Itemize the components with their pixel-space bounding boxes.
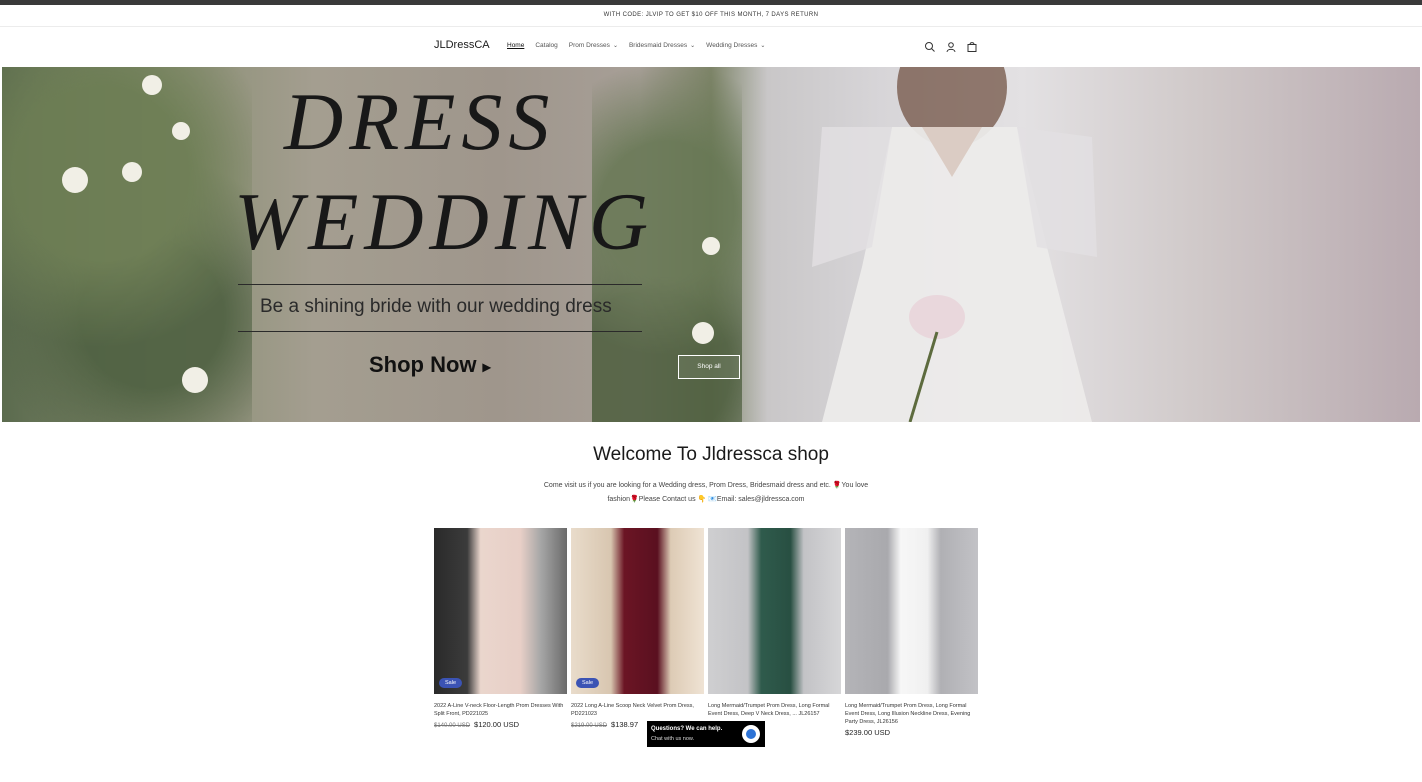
- nav-wedding-label: Wedding Dresses: [706, 42, 758, 49]
- hero-flower: [142, 75, 162, 95]
- site-header: JLDressCA Home Catalog Prom Dresses ⌄ Bri…: [0, 27, 1422, 67]
- shop-all-button[interactable]: Shop all: [678, 355, 740, 379]
- bride-image: [812, 67, 1097, 422]
- announcement-bar: WITH CODE: JLVIP TO GET $10 OFF THIS MON…: [0, 5, 1422, 27]
- welcome-text: Come visit us if you are looking for a W…: [520, 479, 892, 507]
- cart-icon[interactable]: [966, 40, 978, 58]
- product-price: $140.00 USD $120.00 USD: [434, 720, 567, 729]
- chat-widget[interactable]: Questions? We can help. Chat with us now…: [647, 721, 765, 747]
- product-card[interactable]: Sale 2022 Long A-Line Scoop Neck Velvet …: [571, 528, 704, 729]
- nav-prom-label: Prom Dresses: [568, 42, 610, 49]
- hero-flower: [182, 367, 208, 393]
- product-card[interactable]: Long Mermaid/Trumpet Prom Dress, Long Fo…: [708, 528, 841, 718]
- product-sale-price: $120.00 USD: [474, 720, 520, 729]
- product-price: $239.00 USD: [845, 728, 891, 737]
- search-icon[interactable]: [924, 40, 936, 58]
- product-image[interactable]: [708, 528, 841, 694]
- caret-right-icon: ▸: [482, 359, 491, 376]
- hero-shop-now[interactable]: Shop Now ▸: [369, 352, 491, 378]
- product-image[interactable]: [845, 528, 978, 694]
- hero-shop-now-label: Shop Now: [369, 352, 477, 377]
- hero-title-line1: DRESS: [284, 76, 556, 167]
- chat-bubble-icon[interactable]: [742, 725, 760, 743]
- product-card[interactable]: Long Mermaid/Trumpet Prom Dress, Long Fo…: [845, 528, 978, 737]
- sale-badge: Sale: [439, 678, 463, 688]
- product-card[interactable]: Sale 2022 A-Line V-neck Floor-Length Pro…: [434, 528, 567, 729]
- nav-home[interactable]: Home: [507, 42, 524, 49]
- product-sale-price: $138.97: [611, 720, 639, 729]
- product-old-price: $219.00 USD: [571, 723, 608, 729]
- nav-prom-dresses[interactable]: Prom Dresses ⌄: [569, 42, 618, 49]
- product-image[interactable]: Sale: [434, 528, 567, 694]
- chevron-down-icon: ⌄: [690, 43, 696, 49]
- hero-title-line2: WEDDING: [234, 176, 655, 267]
- hero-divider: [238, 284, 642, 285]
- product-title[interactable]: Long Mermaid/Trumpet Prom Dress, Long Fo…: [845, 702, 978, 726]
- nav-bridesmaid-label: Bridesmaid Dresses: [628, 42, 688, 49]
- product-title[interactable]: 2022 Long A-Line Scoop Neck Velvet Prom …: [571, 702, 704, 718]
- hero-banner: DRESS WEDDING Be a shining bride with ou…: [2, 67, 1420, 422]
- site-logo[interactable]: JLDressCA: [434, 39, 490, 51]
- product-title[interactable]: 2022 A-Line V-neck Floor-Length Prom Dre…: [434, 702, 567, 718]
- chat-title: Questions? We can help.: [651, 726, 723, 732]
- welcome-title: Welcome To Jldressca shop: [593, 444, 829, 465]
- product-image[interactable]: Sale: [571, 528, 704, 694]
- hero-flower: [172, 122, 190, 140]
- nav-wedding-dresses[interactable]: Wedding Dresses ⌄: [706, 42, 765, 49]
- welcome-text-line1: Come visit us if you are looking for a W…: [543, 482, 869, 489]
- chat-subtitle: Chat with us now.: [651, 736, 695, 742]
- product-old-price: $140.00 USD: [434, 723, 471, 729]
- product-title[interactable]: Long Mermaid/Trumpet Prom Dress, Long Fo…: [708, 702, 841, 718]
- main-nav: Home Catalog Prom Dresses ⌄ Bridesmaid Dr…: [507, 42, 765, 49]
- hero-vine-left: [2, 67, 252, 422]
- hero-flower: [702, 237, 720, 255]
- hero-divider: [238, 331, 642, 332]
- nav-catalog[interactable]: Catalog: [535, 42, 557, 49]
- hero-flower: [62, 167, 88, 193]
- chevron-down-icon: ⌄: [760, 43, 766, 49]
- welcome-text-line2: fashion🌹Please Contact us 👇 📧Email: sale…: [607, 496, 805, 503]
- hero-flower: [692, 322, 714, 344]
- nav-bridesmaid-dresses[interactable]: Bridesmaid Dresses ⌄: [629, 42, 695, 49]
- chevron-down-icon: ⌄: [612, 43, 618, 49]
- account-icon[interactable]: [945, 40, 957, 58]
- hero-flower: [122, 162, 142, 182]
- sale-badge: Sale: [576, 678, 600, 688]
- hero-subtitle: Be a shining bride with our wedding dres…: [260, 296, 612, 317]
- header-icons: [924, 40, 978, 58]
